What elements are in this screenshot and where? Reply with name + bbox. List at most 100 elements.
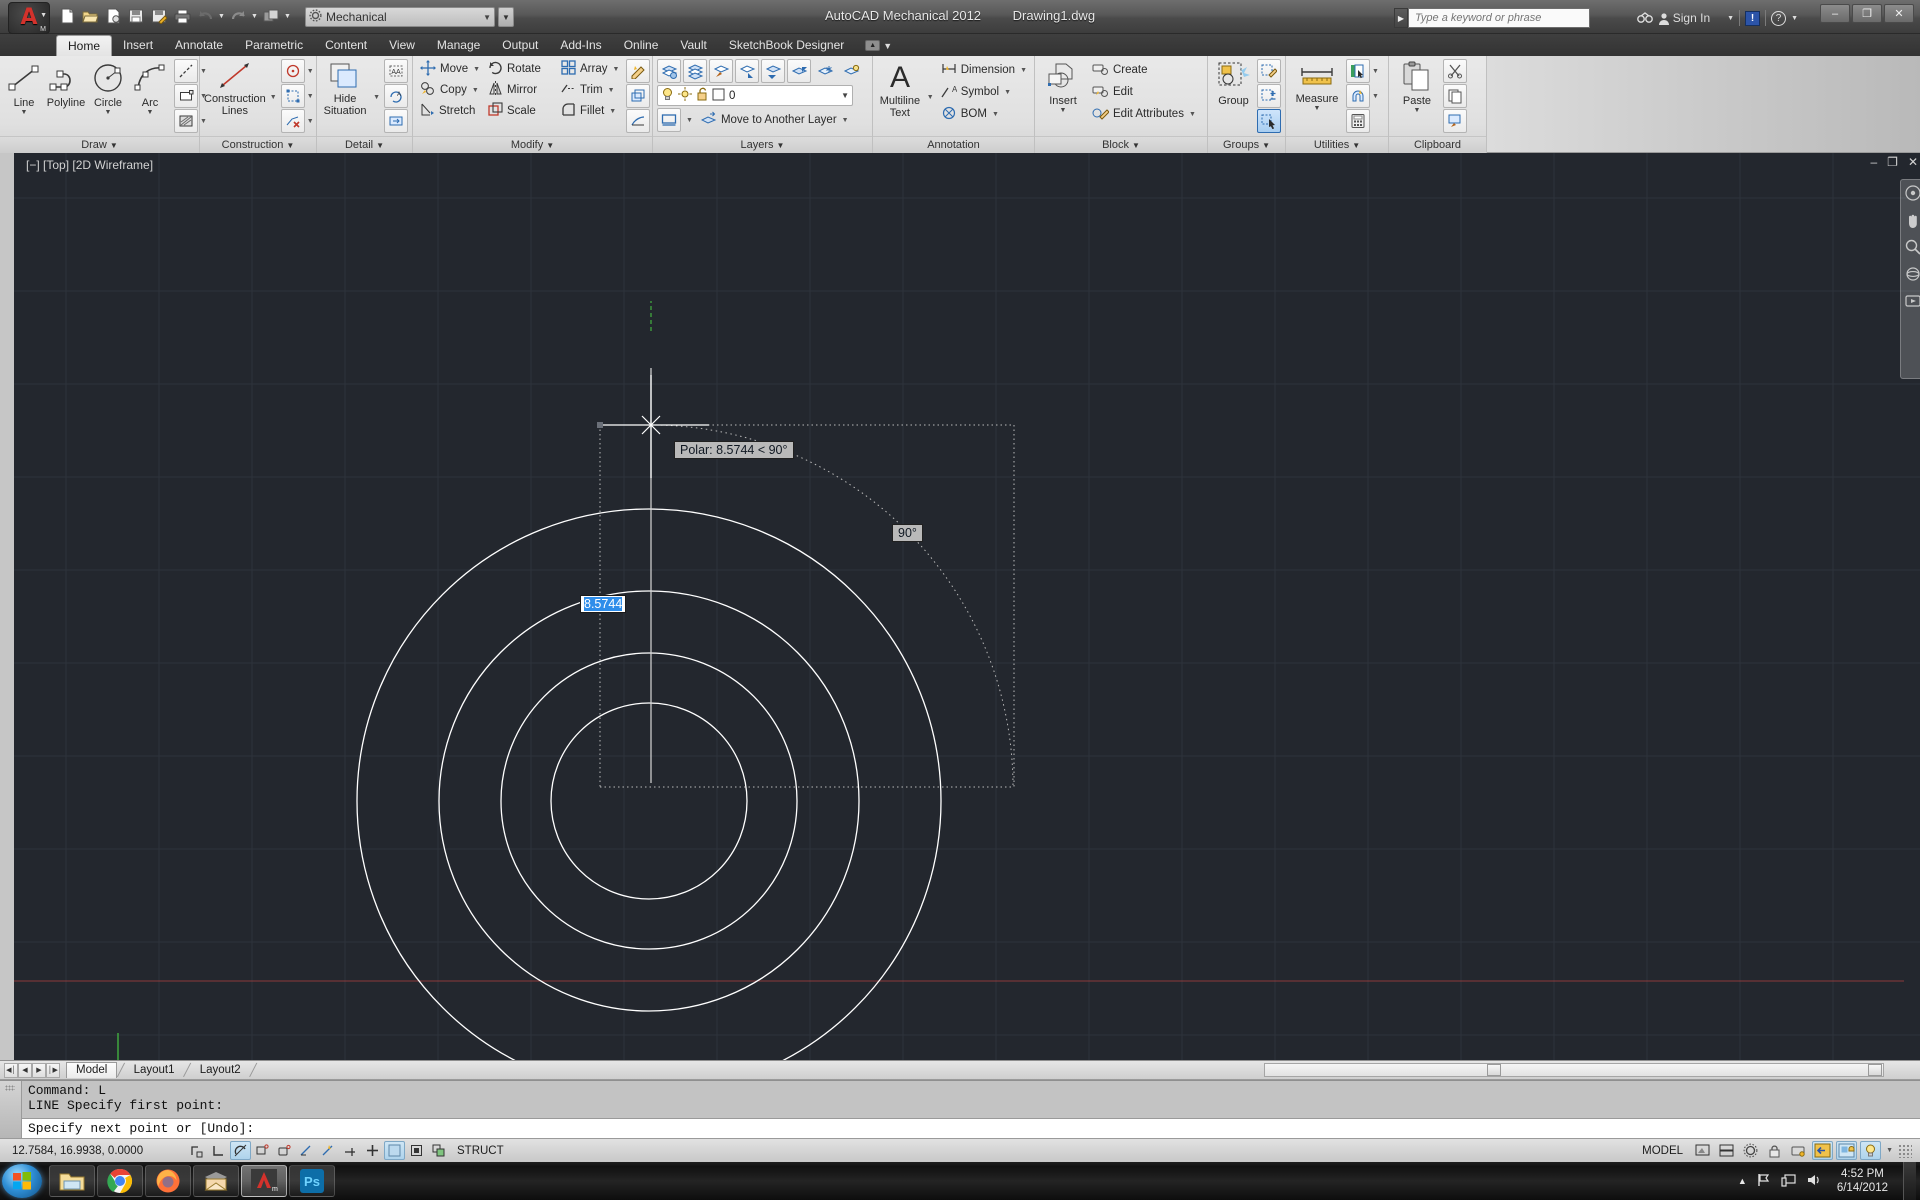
- scroll-left-thumb[interactable]: [1487, 1064, 1501, 1076]
- tab-online[interactable]: Online: [613, 35, 670, 56]
- chevron-down-icon[interactable]: ▼: [305, 118, 316, 125]
- redo-button[interactable]: [227, 5, 249, 27]
- workspace-more-button[interactable]: ▼: [498, 7, 514, 27]
- modify-stretch-button[interactable]: Stretch: [417, 101, 485, 121]
- grid-display-toggle[interactable]: [230, 1141, 251, 1160]
- hardware-accel-icon[interactable]: [1788, 1141, 1809, 1160]
- rectangle-icon[interactable]: [174, 84, 198, 108]
- viewport-minimize-button[interactable]: –: [1870, 155, 1877, 169]
- construction-lines-button[interactable]: Construction Lines: [204, 59, 266, 117]
- block-edit-attributes-button[interactable]: Edit Attributes ▼: [1089, 104, 1199, 124]
- chevron-down-icon[interactable]: ▼: [21, 109, 28, 117]
- power-recopy-icon[interactable]: [626, 84, 650, 108]
- power-dim-icon[interactable]: [626, 109, 650, 133]
- network-monitor-icon[interactable]: [1781, 1173, 1797, 1190]
- taskbar-google-chrome[interactable]: [97, 1165, 143, 1197]
- volume-icon[interactable]: [1806, 1173, 1822, 1190]
- showmotion-icon[interactable]: [1904, 292, 1920, 310]
- save-as-button[interactable]: [148, 5, 170, 27]
- resize-grip-icon[interactable]: [1898, 1143, 1912, 1158]
- panel-clipboard-title[interactable]: Clipboard: [1389, 136, 1486, 153]
- layer-freeze-icon[interactable]: [813, 59, 837, 83]
- panel-utilities-title[interactable]: Utilities ▼: [1286, 136, 1388, 153]
- insert-block-button[interactable]: Insert ▼: [1039, 59, 1087, 115]
- open-file-button[interactable]: [79, 5, 101, 27]
- tab-vault[interactable]: Vault: [669, 35, 717, 56]
- clock[interactable]: 4:52 PM 6/14/2012: [1831, 1167, 1894, 1195]
- panel-construction-title[interactable]: Construction ▼: [200, 136, 316, 153]
- chevron-down-icon[interactable]: ▼: [841, 91, 849, 100]
- layer-off-icon[interactable]: [761, 59, 785, 83]
- chevron-down-icon[interactable]: ▼: [473, 66, 480, 73]
- command-window[interactable]: Command: L LINE Specify first point: Spe…: [0, 1080, 1920, 1138]
- auto-scale-icon[interactable]: [1860, 1141, 1882, 1160]
- batch-plot-caret-icon[interactable]: ▼: [283, 13, 292, 20]
- navigation-bar[interactable]: [1900, 179, 1920, 379]
- chevron-down-icon[interactable]: ▼: [1189, 111, 1196, 118]
- viewport-label[interactable]: [−] [Top] [2D Wireframe]: [26, 158, 153, 172]
- network-flag-icon[interactable]: [1756, 1173, 1772, 1190]
- chevron-down-icon[interactable]: ▼: [925, 94, 936, 101]
- viewport-icon[interactable]: [657, 108, 681, 132]
- object-snap-toggle[interactable]: [296, 1141, 317, 1160]
- detail-scale-icon[interactable]: AA: [384, 59, 408, 83]
- tab-manage[interactable]: Manage: [426, 35, 491, 56]
- polar-tracking-toggle[interactable]: [274, 1141, 295, 1160]
- chevron-down-icon[interactable]: ▼: [1884, 1147, 1895, 1154]
- tab-output[interactable]: Output: [491, 35, 549, 56]
- taskbar-mozilla-firefox[interactable]: [145, 1165, 191, 1197]
- power-edit-icon[interactable]: [626, 59, 650, 83]
- layout-tab-layout2[interactable]: Layout2: [191, 1063, 250, 1078]
- search-help-icon[interactable]: [1636, 11, 1653, 25]
- modify-fillet-button[interactable]: Fillet ▼: [558, 101, 624, 121]
- chevron-down-icon[interactable]: ▼: [371, 94, 382, 101]
- viewport-close-button[interactable]: ✕: [1908, 155, 1918, 169]
- layout-space-icon[interactable]: [1716, 1141, 1737, 1160]
- redo-dropdown-caret-icon[interactable]: ▼: [250, 13, 259, 20]
- detail-flip-icon[interactable]: [384, 109, 408, 133]
- chevron-down-icon[interactable]: ▼: [305, 68, 316, 75]
- layer-isolate-icon[interactable]: [787, 59, 811, 83]
- search-input[interactable]: [1409, 12, 1589, 24]
- plot-button[interactable]: [171, 5, 193, 27]
- close-button[interactable]: ✕: [1884, 4, 1914, 23]
- command-prompt-input[interactable]: Specify next point or [Undo]:: [22, 1118, 1920, 1138]
- show-desktop-button[interactable]: [1903, 1162, 1916, 1200]
- coordinates-display[interactable]: 12.7584, 16.9938, 0.0000: [0, 1145, 186, 1157]
- layer-list-icon[interactable]: [683, 59, 707, 83]
- modify-copy-button[interactable]: Copy ▼: [417, 80, 485, 100]
- taskbar-autocad-mechanical[interactable]: m: [241, 1165, 287, 1197]
- layout-tab-model[interactable]: Model: [66, 1062, 118, 1078]
- panel-block-title[interactable]: Block ▼: [1035, 136, 1207, 153]
- application-menu-button[interactable]: A M ▼: [8, 2, 50, 34]
- tray-overflow-button[interactable]: ▲: [1738, 1176, 1747, 1186]
- previous-layout-button[interactable]: ◀: [18, 1062, 32, 1078]
- modify-trim-button[interactable]: Trim ▼: [558, 80, 624, 100]
- snap-mode-toggle[interactable]: [208, 1141, 229, 1160]
- chevron-down-icon[interactable]: ▼: [1060, 107, 1067, 115]
- panel-detail-title[interactable]: Detail ▼: [317, 136, 412, 153]
- paste-button[interactable]: Paste ▼: [1393, 59, 1441, 115]
- viewcube-icon[interactable]: [1904, 184, 1920, 202]
- osnap-magnet-icon[interactable]: [1346, 84, 1370, 108]
- chevron-down-icon[interactable]: ▼: [1004, 89, 1011, 96]
- annotation-scale-icon[interactable]: [1740, 1141, 1761, 1160]
- chevron-down-icon[interactable]: ▼: [684, 117, 695, 124]
- pan-hand-icon[interactable]: [1904, 211, 1920, 229]
- add-remove-group-icon[interactable]: [1257, 84, 1281, 108]
- annotation-dimension-button[interactable]: Dimension ▼: [938, 60, 1030, 80]
- lightbulb-icon[interactable]: [661, 87, 674, 104]
- save-as-template-button[interactable]: [102, 5, 124, 27]
- viewport-restore-button[interactable]: ❐: [1887, 155, 1898, 169]
- taskbar-windows-explorer[interactable]: [49, 1165, 95, 1197]
- workspace-selector[interactable]: Mechanical ▼: [305, 7, 495, 27]
- draw-line-button[interactable]: Line ▼: [4, 59, 44, 117]
- chevron-down-icon[interactable]: ▼: [147, 109, 154, 117]
- construction-circle-icon[interactable]: [280, 59, 305, 83]
- move-to-another-layer-button[interactable]: Move to Another Layer ▼: [698, 110, 852, 130]
- hatch-icon[interactable]: [174, 109, 198, 133]
- chevron-down-icon[interactable]: ▼: [1414, 107, 1421, 115]
- first-layout-button[interactable]: ◀│: [4, 1062, 18, 1078]
- horizontal-scrollbar[interactable]: [1264, 1063, 1884, 1077]
- lineweight-toggle[interactable]: [406, 1141, 427, 1160]
